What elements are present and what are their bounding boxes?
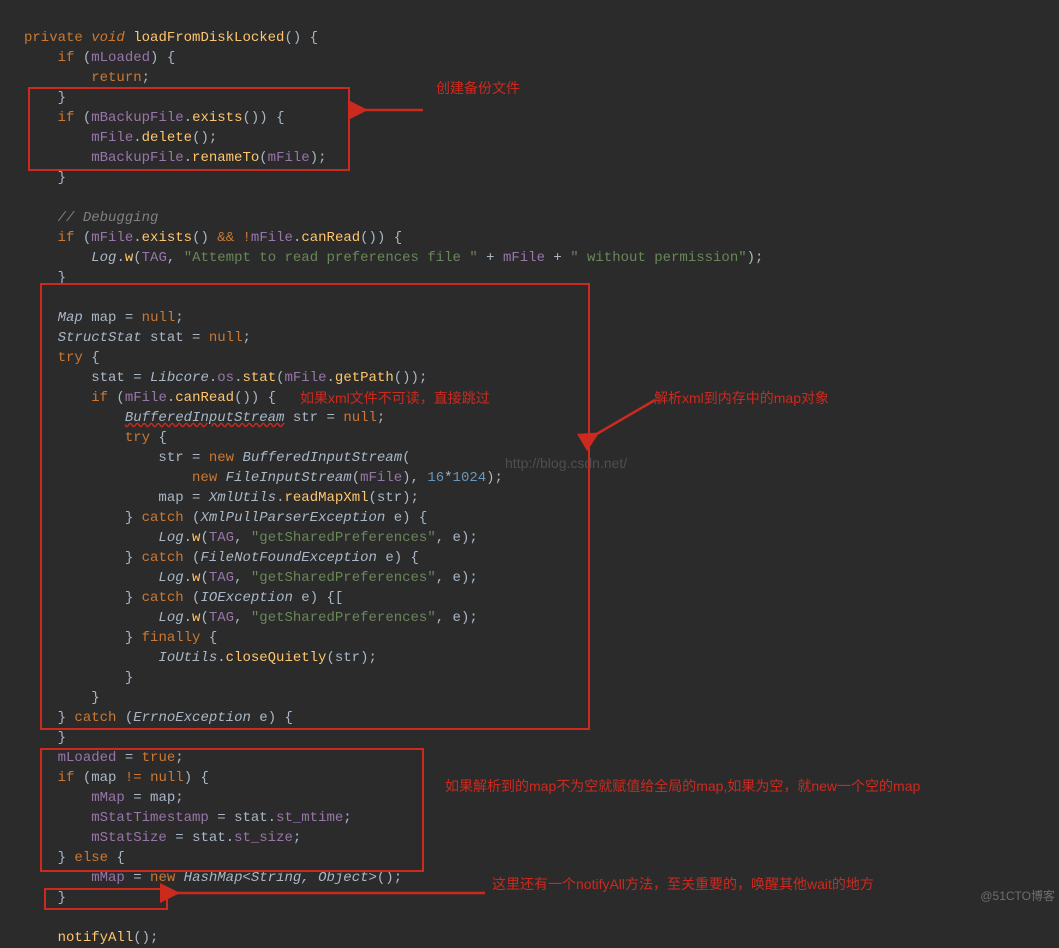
t: ();	[377, 870, 402, 886]
annotation-box-parse	[40, 283, 590, 730]
t: ();	[133, 930, 158, 946]
kw: if	[58, 50, 75, 66]
arrow-parse-icon	[590, 395, 660, 445]
kw-private: private	[24, 30, 83, 46]
t: (	[74, 230, 91, 246]
t: ,	[167, 250, 184, 266]
fld: mLoaded	[91, 50, 150, 66]
t: .	[133, 230, 141, 246]
kw: new	[150, 870, 175, 886]
t: }	[58, 730, 66, 746]
annotation-box-notifyall	[44, 888, 168, 910]
t: ;	[142, 70, 150, 86]
op: &&	[217, 230, 234, 246]
annot-xml-unread: 如果xml文件不可读，直接跳过	[300, 388, 490, 408]
arrow-backup-icon	[358, 100, 428, 120]
fld: mMap	[91, 870, 125, 886]
t: }	[58, 170, 66, 186]
str: "Attempt to read preferences file "	[184, 250, 478, 266]
watermark-51cto: @51CTO博客	[980, 887, 1055, 904]
fld: mFile	[251, 230, 293, 246]
cls: HashMap<String, Object>	[184, 870, 377, 886]
t: ) {	[150, 50, 175, 66]
method-name: loadFromDiskLocked	[133, 30, 284, 46]
kw: if	[58, 230, 75, 246]
comment: // Debugging	[58, 210, 159, 226]
annotation-box-map	[40, 748, 424, 872]
t: +	[478, 250, 503, 266]
t: (	[133, 250, 141, 266]
mth: notifyAll	[58, 930, 134, 946]
annot-backup-text: 创建备份文件	[436, 78, 520, 98]
fld: mFile	[503, 250, 545, 266]
t: ()	[192, 230, 217, 246]
kw: return	[91, 70, 141, 86]
t: =	[125, 870, 150, 886]
t: );	[747, 250, 764, 266]
annotation-box-backup	[28, 87, 350, 171]
annot-map-assign: 如果解析到的map不为空就赋值给全局的map,如果为空，就new一个空的map	[445, 776, 920, 796]
cls: Log	[91, 250, 116, 266]
t: (	[74, 50, 91, 66]
fld: TAG	[142, 250, 167, 266]
t: ()) {	[360, 230, 402, 246]
t: () {	[284, 30, 318, 46]
mth: canRead	[301, 230, 360, 246]
not: !	[243, 230, 251, 246]
watermark-csdn: http://blog.csdn.net/	[505, 455, 627, 471]
str: " without permission"	[570, 250, 746, 266]
t: +	[545, 250, 570, 266]
annot-notifyall: 这里还有一个notifyAll方法，至关重要的，唤醒其他wait的地方	[492, 874, 874, 894]
fld: mFile	[91, 230, 133, 246]
mth: w	[125, 250, 133, 266]
arrow-notifyall-icon	[170, 885, 490, 901]
mth: exists	[142, 230, 192, 246]
t: .	[116, 250, 124, 266]
kw-void: void	[91, 30, 125, 46]
annot-parse-xml: 解析xml到内存中的map对象	[654, 388, 829, 408]
